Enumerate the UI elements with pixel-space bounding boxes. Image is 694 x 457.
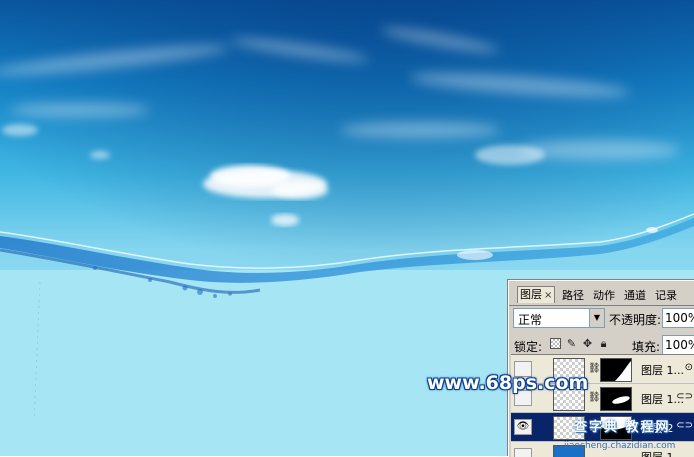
fill-field[interactable]: 100%	[662, 335, 694, 355]
chevron-down-icon[interactable]: ▼	[589, 309, 604, 327]
opacity-field[interactable]: 100%	[662, 308, 694, 328]
layer-name: 图层 1...	[641, 364, 684, 377]
link-icon: ⛓	[588, 392, 601, 403]
panel-tab-bar: 图层 × 路径 动作 通道 记录	[509, 281, 694, 306]
effects-icon: ⊙	[684, 362, 693, 373]
blend-mode-value: 正常	[518, 313, 543, 327]
corner-watermark: 查字典 教程网 jiaocheng.chazidian.com	[560, 412, 694, 456]
link-icon: ⛓	[588, 363, 601, 374]
brush-icon[interactable]: ✎	[566, 338, 577, 349]
lock-icon[interactable]: 🔒︎	[598, 338, 609, 349]
eye-icon[interactable]: 👁︎	[514, 419, 532, 435]
link-icon: ⊂⊃	[676, 391, 693, 402]
move-icon[interactable]: ✥	[582, 338, 593, 349]
tab-paths[interactable]: 路径	[560, 288, 586, 304]
tab-history[interactable]: 记录	[653, 288, 679, 304]
layer-mask-thumbnail	[600, 387, 632, 411]
tab-actions[interactable]: 动作	[591, 288, 617, 304]
lock-transparency-icon[interactable]	[550, 338, 561, 349]
site-watermark: www.68ps.com	[427, 372, 589, 394]
layer-mask-thumbnail	[600, 358, 632, 382]
fill-label: 填充:	[632, 340, 661, 354]
lock-label: 锁定:	[514, 340, 543, 354]
tab-layers[interactable]: 图层 ×	[517, 286, 556, 303]
opacity-label: 不透明度:	[609, 313, 662, 327]
watermark-cn-text: 查字典 教程网	[574, 420, 671, 435]
close-icon[interactable]: ×	[544, 290, 552, 301]
blend-mode-select[interactable]: 正常 ▼	[513, 308, 605, 328]
tab-channels[interactable]: 通道	[622, 288, 648, 304]
watermark-url: jiaocheng.chazidian.com	[564, 441, 676, 451]
